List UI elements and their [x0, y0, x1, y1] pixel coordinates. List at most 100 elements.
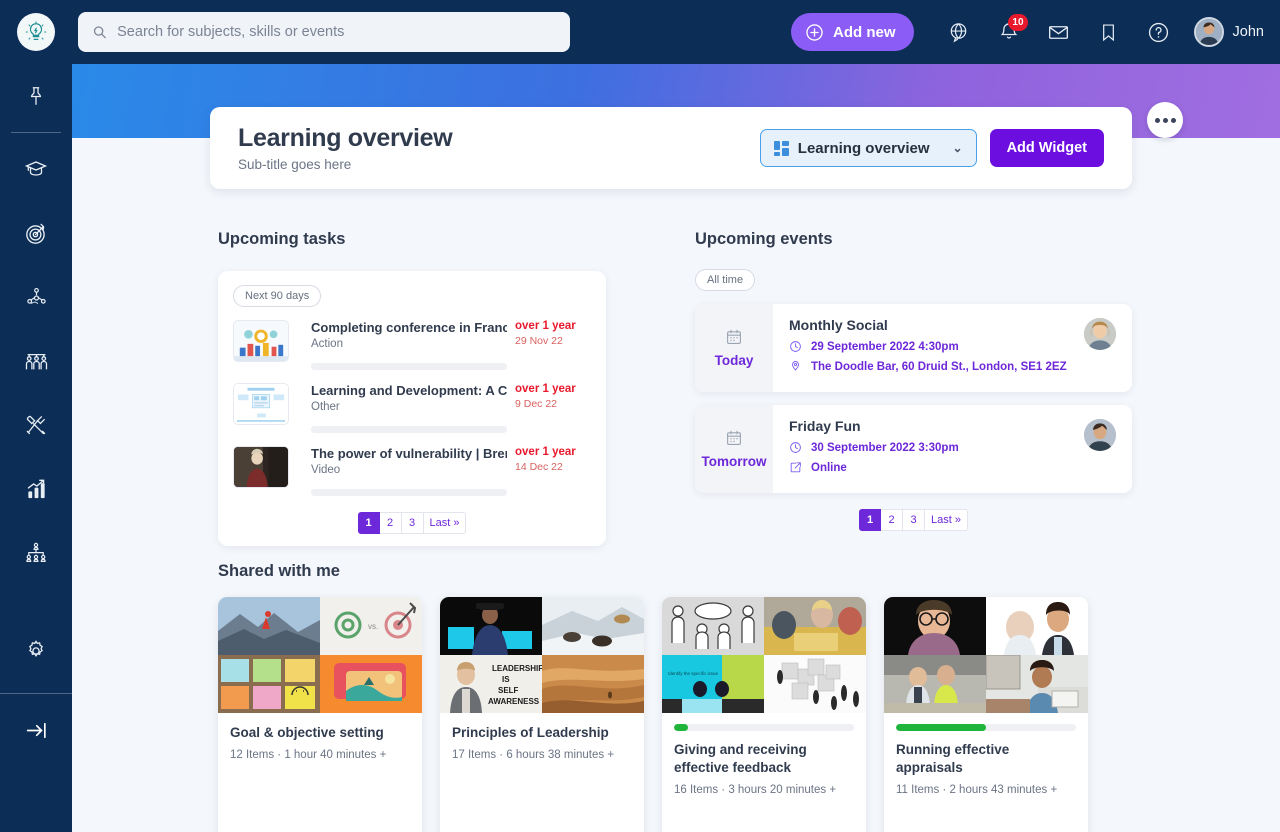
- search-input[interactable]: [117, 24, 556, 40]
- search-icon: [92, 24, 107, 40]
- events-page-3[interactable]: 3: [903, 509, 925, 531]
- people-network-icon: [25, 286, 48, 309]
- conference-illustration: [233, 320, 289, 362]
- shared-with-me-section: Shared with me: [218, 562, 1158, 832]
- sidebar-item-organisation[interactable]: [0, 521, 72, 585]
- dashboard-grid-icon: [774, 141, 789, 156]
- task-row[interactable]: Learning and Development: A Comprehensiv…: [233, 370, 591, 433]
- bookmark-icon[interactable]: [1086, 9, 1132, 55]
- avatar: [1194, 17, 1224, 47]
- envelope-icon[interactable]: [1036, 9, 1082, 55]
- mosaic-tile: [218, 597, 320, 655]
- help-circle-icon[interactable]: [1136, 9, 1182, 55]
- event-when-block: Tomorrow: [695, 405, 773, 493]
- header-actions: Learning overview ⌄ Add Widget: [760, 129, 1104, 167]
- mosaic-tile: vs.: [320, 597, 422, 655]
- user-menu[interactable]: John: [1194, 17, 1264, 47]
- task-info: The power of vulnerability | Brené Brown…: [311, 446, 507, 496]
- page-header-card: Learning overview Sub-title goes here Le…: [210, 107, 1132, 189]
- mosaic-tile: [320, 655, 422, 713]
- event-details: Friday Fun 30 September 2022 3:30pm Onli…: [773, 405, 1084, 493]
- card-progress-bar: [896, 724, 1076, 731]
- event-when: Tomorrow: [702, 454, 767, 469]
- task-info: Completing conference in France Action: [311, 320, 507, 370]
- sidebar-item-settings[interactable]: [0, 619, 72, 683]
- tasks-page-2[interactable]: 2: [380, 512, 402, 534]
- mosaic-tile: [986, 655, 1088, 713]
- upcoming-tasks-panel: Next 90 days C: [218, 271, 606, 546]
- events-page-last[interactable]: Last »: [925, 509, 968, 531]
- collapse-arrow-icon: [24, 718, 49, 743]
- tasks-page-3[interactable]: 3: [402, 512, 424, 534]
- svg-text:vs.: vs.: [368, 622, 378, 631]
- graduation-cap-icon: [24, 157, 48, 181]
- plus-circle-icon: [805, 23, 824, 42]
- globe-chat-icon[interactable]: [936, 9, 982, 55]
- bell-icon[interactable]: 10: [986, 9, 1032, 55]
- card-meta: 11 Items · 2 hours 43 minutes +: [896, 784, 1076, 796]
- shared-with-me-title: Shared with me: [218, 562, 1158, 581]
- user-name: John: [1233, 24, 1264, 40]
- sidebar-item-learning[interactable]: [0, 137, 72, 201]
- mosaic-tile: [884, 597, 986, 655]
- shared-card[interactable]: Identify the specific issue: [662, 597, 866, 832]
- dashboard-selector-label: Learning overview: [798, 140, 930, 157]
- calendar-icon: [725, 328, 743, 346]
- card-progress-fill: [674, 724, 688, 731]
- shared-card[interactable]: Running effective appraisals 11 Items · …: [884, 597, 1088, 832]
- more-options-icon[interactable]: [1147, 102, 1183, 138]
- event-location-row: The Doodle Bar, 60 Druid St., London, SE…: [789, 360, 1068, 373]
- task-type: Other: [311, 401, 507, 413]
- mosaic-tile: [764, 597, 866, 655]
- page-subtitle: Sub-title goes here: [238, 157, 452, 172]
- tools-icon: [24, 413, 48, 437]
- tasks-page-1[interactable]: 1: [358, 512, 380, 534]
- card-body: Principles of Leadership 17 Items · 6 ho…: [440, 713, 644, 761]
- add-widget-button[interactable]: Add Widget: [990, 129, 1104, 167]
- task-due-date: 9 Dec 22: [515, 398, 591, 410]
- events-pagination: 1 2 3 Last »: [695, 509, 1132, 531]
- sidebar-item-pinned[interactable]: [0, 64, 72, 128]
- events-filter-chip[interactable]: All time: [695, 269, 755, 291]
- tasks-filter-chip[interactable]: Next 90 days: [233, 285, 321, 307]
- mosaic-tile: [218, 655, 320, 713]
- sidebar-item-team[interactable]: [0, 329, 72, 393]
- top-bar-actions: Add new 10: [791, 9, 1280, 55]
- task-due-date: 14 Dec 22: [515, 461, 591, 473]
- search-bar[interactable]: [78, 12, 570, 52]
- sidebar-item-tools[interactable]: [0, 393, 72, 457]
- chevron-down-icon: ⌄: [953, 141, 963, 155]
- upcoming-events-title: Upcoming events: [695, 230, 1132, 249]
- event-card[interactable]: Tomorrow Friday Fun 30 September 2022 3:…: [695, 405, 1132, 493]
- sidebar-item-reports[interactable]: [0, 457, 72, 521]
- event-location: The Doodle Bar, 60 Druid St., London, SE…: [811, 361, 1067, 373]
- lightbulb-icon[interactable]: [17, 13, 55, 51]
- events-page-2[interactable]: 2: [881, 509, 903, 531]
- tasks-pagination: 1 2 3 Last »: [233, 512, 591, 534]
- dashboard-selector[interactable]: Learning overview ⌄: [760, 129, 977, 167]
- sidebar-collapse-button[interactable]: [0, 698, 72, 762]
- add-new-button[interactable]: Add new: [791, 13, 914, 51]
- sidebar-divider-bottom: [0, 693, 72, 694]
- gear-icon: [24, 639, 48, 663]
- task-progress-bar: [311, 489, 507, 496]
- mosaic-tile: [542, 597, 644, 655]
- svg-text:SELF: SELF: [498, 686, 519, 695]
- sidebar-item-goals[interactable]: [0, 201, 72, 265]
- logo-area[interactable]: [0, 0, 72, 64]
- org-chart-icon: [24, 541, 48, 565]
- upcoming-events-section: Upcoming events All time Today Monthly S…: [695, 230, 1132, 531]
- event-card[interactable]: Today Monthly Social 29 September 2022 4…: [695, 304, 1132, 392]
- card-thumbnail-mosaic: [884, 597, 1088, 713]
- tasks-page-last[interactable]: Last »: [424, 512, 467, 534]
- task-row[interactable]: Completing conference in France Action o…: [233, 307, 591, 370]
- task-row[interactable]: The power of vulnerability | Brené Brown…: [233, 433, 591, 496]
- task-title: The power of vulnerability | Brené Brown: [311, 446, 507, 461]
- events-page-1[interactable]: 1: [859, 509, 881, 531]
- shared-card[interactable]: LEADERSHIP IS SELF AWARENESS: [440, 597, 644, 832]
- add-new-label: Add new: [833, 24, 896, 41]
- sidebar-item-community[interactable]: [0, 265, 72, 329]
- app-root: Add new 10: [0, 0, 1280, 832]
- shared-card[interactable]: vs.: [218, 597, 422, 832]
- team-icon: [24, 349, 49, 374]
